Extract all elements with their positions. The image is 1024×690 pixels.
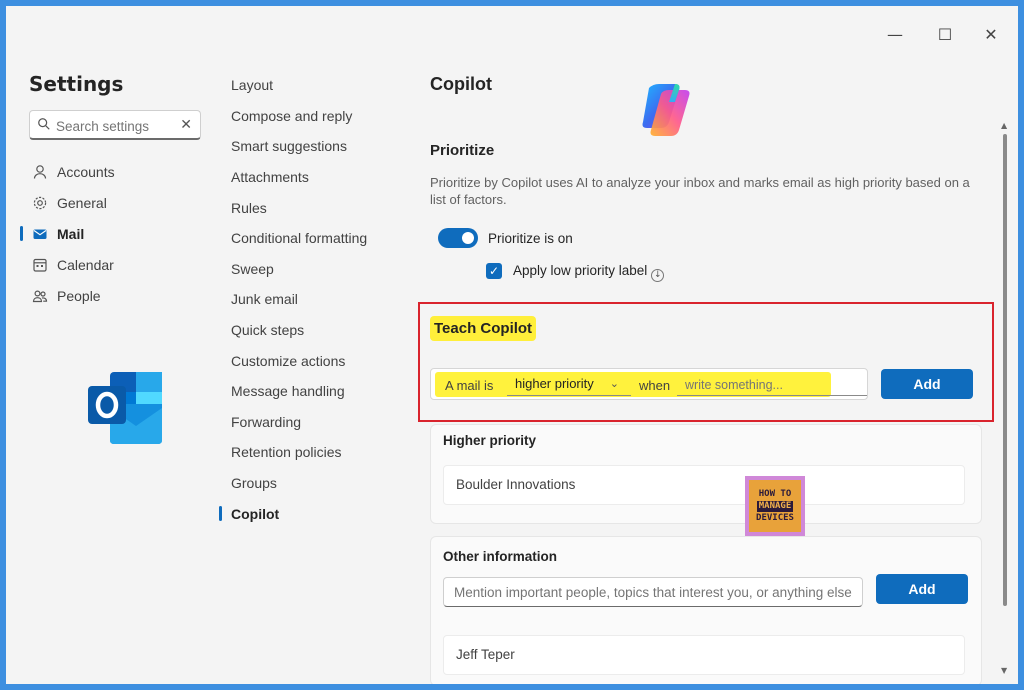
watermark-line-3: DEVICES: [756, 512, 794, 523]
sidebar-item-general[interactable]: General: [20, 187, 210, 218]
prioritize-description: Prioritize by Copilot uses AI to analyze…: [430, 175, 970, 207]
nav-customize-actions[interactable]: Customize actions: [219, 345, 409, 376]
clear-search-icon[interactable]: ✕: [180, 116, 192, 133]
prioritize-heading: Prioritize: [430, 142, 495, 159]
search-input[interactable]: [56, 116, 176, 136]
checkbox-label-text: Apply low priority label: [513, 263, 648, 278]
copilot-logo-icon: [642, 84, 690, 136]
mail-icon: [32, 226, 48, 242]
close-button[interactable]: ✕: [976, 24, 1006, 46]
sidebar-item-accounts[interactable]: Accounts: [20, 156, 210, 187]
nav-message-handling[interactable]: Message handling: [219, 376, 409, 407]
watermark-logo: HOW TO MANAGE DEVICES: [749, 480, 801, 532]
sidebar-item-label: People: [57, 287, 101, 304]
rule-when-label: when: [639, 378, 671, 393]
nav-rules[interactable]: Rules: [219, 192, 409, 223]
other-information-card: Other information Add Jeff Teper: [430, 536, 982, 684]
other-information-entry[interactable]: Jeff Teper: [443, 635, 965, 675]
outlook-logo-icon: [88, 372, 162, 444]
scroll-down-arrow-icon[interactable]: ▼: [1001, 666, 1007, 675]
calendar-icon: [32, 257, 48, 273]
nav-groups[interactable]: Groups: [219, 468, 409, 499]
priority-dropdown-value: higher priority: [515, 376, 594, 391]
nav-forwarding[interactable]: Forwarding: [219, 407, 409, 438]
minimize-button[interactable]: —: [880, 24, 910, 46]
nav-conditional-formatting[interactable]: Conditional formatting: [219, 223, 409, 254]
settings-window: — ☐ ✕ Settings ✕ Accounts General Mai: [6, 6, 1018, 684]
sidebar-item-label: Calendar: [57, 256, 114, 273]
info-icon[interactable]: ↓: [651, 269, 665, 282]
nav-compose-and-reply[interactable]: Compose and reply: [219, 101, 409, 132]
search-icon: [38, 118, 50, 130]
other-information-add-button[interactable]: Add: [876, 574, 968, 604]
settings-title: Settings: [29, 72, 124, 96]
rule-prefix: A mail is: [445, 378, 494, 393]
sidebar-item-label: Mail: [57, 225, 85, 242]
rule-condition-input[interactable]: [677, 374, 867, 396]
nav-layout[interactable]: Layout: [219, 70, 409, 101]
scrollbar-thumb[interactable]: [1003, 134, 1007, 606]
higher-priority-heading: Higher priority: [443, 433, 537, 448]
low-priority-checkbox-label: Apply low priority label ↓: [513, 263, 665, 282]
watermark-line-1: HOW TO: [758, 488, 792, 499]
maximize-button[interactable]: ☐: [930, 24, 960, 46]
mail-settings-nav: Layout Compose and reply Smart suggestio…: [219, 70, 409, 529]
teach-copilot-heading: Teach Copilot: [430, 316, 537, 341]
sidebar-item-people[interactable]: People: [20, 280, 210, 311]
chevron-down-icon: ⌄: [609, 377, 619, 390]
people-icon: [32, 288, 48, 304]
nav-sweep[interactable]: Sweep: [219, 254, 409, 285]
gear-icon: [32, 195, 48, 211]
priority-dropdown[interactable]: higher priority ⌄: [507, 374, 631, 396]
sidebar-item-calendar[interactable]: Calendar: [20, 249, 210, 280]
nav-junk-email[interactable]: Junk email: [219, 284, 409, 315]
copilot-settings-pane: Copilot Prioritize Prioritize by Copilot…: [418, 64, 995, 684]
search-box[interactable]: ✕: [29, 110, 201, 140]
prioritize-toggle[interactable]: [438, 228, 478, 248]
nav-retention-policies[interactable]: Retention policies: [219, 437, 409, 468]
nav-copilot[interactable]: Copilot: [219, 498, 409, 529]
person-icon: [32, 164, 48, 180]
sidebar-item-label: Accounts: [57, 163, 115, 180]
teach-add-button[interactable]: Add: [881, 369, 973, 399]
sidebar-item-mail[interactable]: Mail: [20, 218, 210, 249]
settings-categories: Accounts General Mail Calendar People: [20, 156, 210, 311]
page-title: Copilot: [430, 74, 492, 94]
nav-smart-suggestions[interactable]: Smart suggestions: [219, 131, 409, 162]
other-information-heading: Other information: [443, 549, 557, 564]
nav-attachments[interactable]: Attachments: [219, 162, 409, 193]
scroll-up-arrow-icon[interactable]: ▲: [1001, 121, 1007, 130]
other-information-input[interactable]: [443, 577, 863, 607]
watermark-line-2: MANAGE: [756, 500, 794, 512]
teach-rule-row: A mail is higher priority ⌄ when: [430, 368, 868, 400]
how-to-manage-devices-watermark: HOW TO MANAGE DEVICES: [745, 476, 805, 536]
prioritize-toggle-label: Prioritize is on: [488, 231, 573, 246]
nav-quick-steps[interactable]: Quick steps: [219, 315, 409, 346]
higher-priority-card: Higher priority Boulder Innovations: [430, 424, 982, 524]
higher-priority-entry[interactable]: Boulder Innovations: [443, 465, 965, 505]
low-priority-checkbox[interactable]: ✓: [486, 263, 502, 279]
sidebar-item-label: General: [57, 194, 107, 211]
